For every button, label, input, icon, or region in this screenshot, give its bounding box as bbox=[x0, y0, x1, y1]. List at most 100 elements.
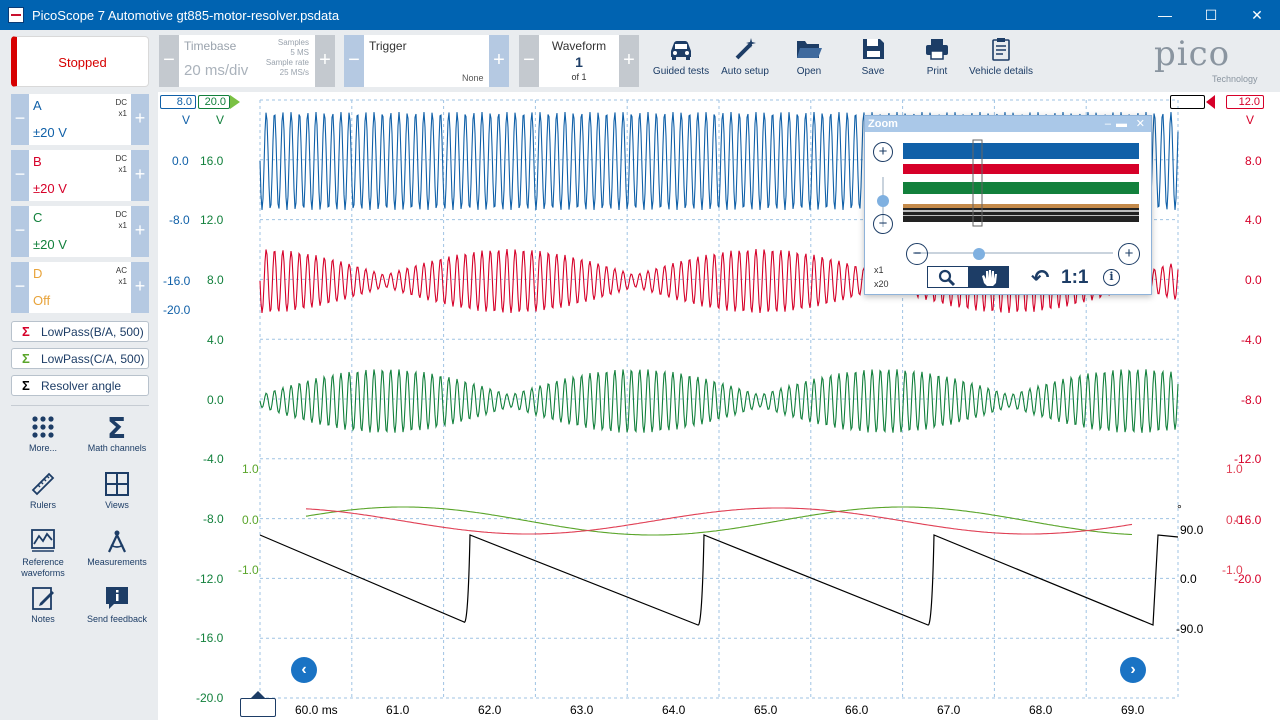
info-icon[interactable]: i bbox=[1103, 269, 1120, 286]
save-button[interactable]: Save bbox=[841, 36, 905, 86]
channel-d-coupling: AC bbox=[115, 266, 127, 275]
feedback-icon bbox=[106, 587, 128, 609]
horizontal-zoom-slider-thumb[interactable] bbox=[973, 248, 985, 260]
channel-a-increase-button[interactable]: + bbox=[131, 94, 149, 145]
angle-scale-tag[interactable] bbox=[1170, 95, 1205, 109]
measurements-button[interactable]: Measurements bbox=[82, 528, 152, 583]
channel-c-coupling: DC bbox=[115, 210, 127, 219]
restore-icon[interactable]: ▬ bbox=[1116, 116, 1127, 132]
minimize-button[interactable]: — bbox=[1142, 0, 1188, 30]
open-button[interactable]: Open bbox=[777, 36, 841, 86]
time-axis-tick: 66.0 bbox=[845, 703, 869, 717]
run-state-label: Stopped bbox=[58, 55, 107, 70]
sigma-icon: Σ bbox=[107, 414, 126, 440]
channel-b-increase-button[interactable]: + bbox=[131, 150, 149, 201]
waveform-previous-button[interactable]: − bbox=[519, 35, 539, 87]
views-icon bbox=[105, 472, 129, 496]
open-label: Open bbox=[796, 66, 822, 77]
channel-b-card[interactable]: − B DC x1 ±20 V + bbox=[11, 150, 149, 201]
run-stop-button[interactable]: Stopped bbox=[11, 36, 149, 87]
zoom-in-horizontal-button[interactable]: + bbox=[1118, 243, 1140, 265]
timebase-decrease-button[interactable]: − bbox=[159, 35, 179, 87]
rulers-button[interactable]: Rulers bbox=[8, 471, 78, 526]
send-feedback-button[interactable]: Send feedback bbox=[82, 585, 152, 640]
svg-text:Σ: Σ bbox=[107, 414, 126, 440]
waveform-control: − Waveform 1 of 1 + bbox=[519, 35, 639, 87]
zoom-reset-button[interactable]: 1:1 bbox=[1061, 267, 1088, 289]
app-icon bbox=[8, 7, 24, 23]
channel-a-scale-tag[interactable]: 8.0 bbox=[160, 95, 196, 109]
left-panel: − A DC x1 ±20 V + − B DC x1 ±20 V + − C DC… bbox=[0, 92, 158, 720]
channel-c-probe: x1 bbox=[118, 221, 127, 230]
b-axis-tick: -16.0 bbox=[1234, 513, 1262, 527]
channel-c-card[interactable]: − C DC x1 ±20 V + bbox=[11, 206, 149, 257]
print-button[interactable]: Print bbox=[905, 36, 969, 86]
timebase-label: Timebase bbox=[184, 39, 237, 53]
auto-setup-button[interactable]: Auto setup bbox=[713, 36, 777, 86]
pan-tool-button[interactable] bbox=[969, 266, 1009, 288]
channel-b-scale-tag[interactable]: 12.0 bbox=[1226, 95, 1264, 109]
minimize-icon[interactable]: – bbox=[1105, 116, 1111, 132]
close-icon[interactable]: ✕ bbox=[1136, 116, 1145, 132]
channel-b-letter: B bbox=[33, 154, 42, 169]
vertical-zoom-slider-thumb[interactable] bbox=[877, 195, 889, 207]
channel-d-card[interactable]: − D AC x1 Off + bbox=[11, 262, 149, 313]
channel-a-card[interactable]: − A DC x1 ±20 V + bbox=[11, 94, 149, 145]
more-label: More... bbox=[28, 443, 57, 453]
trigger-increase-button[interactable]: + bbox=[489, 35, 509, 87]
reference-waveforms-button[interactable]: Reference waveforms bbox=[8, 528, 78, 583]
b-axis-tick: -4.0 bbox=[1241, 333, 1262, 347]
scroll-right-button[interactable]: › bbox=[1120, 657, 1146, 683]
time-axis-tick: 63.0 bbox=[570, 703, 594, 717]
trigger-mode[interactable]: None bbox=[462, 73, 484, 83]
notes-label: Notes bbox=[31, 614, 55, 624]
lowpass-c-axis-tick: 0.0 bbox=[242, 513, 259, 527]
channel-b-decrease-button[interactable]: − bbox=[11, 150, 29, 201]
close-button[interactable]: ✕ bbox=[1234, 0, 1280, 30]
math-channel-lowpass-b[interactable]: Σ LowPass(B/A, 500) bbox=[11, 321, 149, 342]
b-axis-tick: -8.0 bbox=[1241, 393, 1262, 407]
maximize-button[interactable]: ☐ bbox=[1188, 0, 1234, 30]
c-axis-tick: -8.0 bbox=[203, 512, 224, 526]
sample-rate-label: Sample rate bbox=[265, 58, 309, 67]
notes-button[interactable]: Notes bbox=[8, 585, 78, 640]
channel-d-increase-button[interactable]: + bbox=[131, 262, 149, 313]
math-channel-lowpass-c[interactable]: Σ LowPass(C/A, 500) bbox=[11, 348, 149, 369]
vehicle-details-button[interactable]: Vehicle details bbox=[969, 36, 1033, 86]
math-channels-button[interactable]: Σ Math channels bbox=[82, 414, 152, 469]
zoom-out-horizontal-button[interactable]: − bbox=[906, 243, 928, 265]
channel-c-increase-button[interactable]: + bbox=[131, 206, 149, 257]
waveform-next-button[interactable]: + bbox=[619, 35, 639, 87]
zoom-tool-button[interactable] bbox=[927, 266, 969, 288]
views-button[interactable]: Views bbox=[82, 471, 152, 526]
b-axis-tick: 4.0 bbox=[1245, 213, 1262, 227]
time-axis-tick: 65.0 bbox=[754, 703, 778, 717]
guided-tests-label: Guided tests bbox=[652, 66, 710, 77]
undo-zoom-icon[interactable]: ↶ bbox=[1031, 265, 1049, 291]
math-channel-resolver-angle[interactable]: Σ Resolver angle bbox=[11, 375, 149, 396]
more-button[interactable]: More... bbox=[8, 414, 78, 469]
a-axis-tick: 0.0 bbox=[172, 154, 189, 168]
channel-d-decrease-button[interactable]: − bbox=[11, 262, 29, 313]
scroll-left-button[interactable]: ‹ bbox=[291, 657, 317, 683]
c-axis-tick: 16.0 bbox=[200, 154, 224, 168]
channel-a-decrease-button[interactable]: − bbox=[11, 94, 29, 145]
save-label: Save bbox=[861, 66, 885, 77]
timebase-value[interactable]: 20 ms/div bbox=[184, 62, 248, 79]
c-axis-tick: -20.0 bbox=[196, 691, 224, 705]
b-axis-tick: 8.0 bbox=[1245, 154, 1262, 168]
zoom-overview-panel[interactable]: Zoom – ▬ ✕ + − − + x1 x20 ↶ 1:1 i bbox=[864, 115, 1152, 295]
hand-icon bbox=[982, 270, 997, 286]
c-axis-tick: 8.0 bbox=[207, 273, 224, 287]
c-axis-tick: -4.0 bbox=[203, 452, 224, 466]
zoom-out-vertical-button[interactable]: − bbox=[873, 214, 893, 234]
trigger-decrease-button[interactable]: − bbox=[344, 35, 364, 87]
sigma-icon: Σ bbox=[22, 351, 30, 366]
time-ruler-handle[interactable] bbox=[240, 698, 276, 717]
folder-icon bbox=[797, 41, 822, 58]
zoom-in-vertical-button[interactable]: + bbox=[873, 142, 893, 162]
channel-c-scale-tag[interactable]: 20.0 bbox=[198, 95, 230, 109]
channel-c-decrease-button[interactable]: − bbox=[11, 206, 29, 257]
timebase-increase-button[interactable]: + bbox=[315, 35, 335, 87]
guided-tests-button[interactable]: Guided tests bbox=[649, 36, 713, 86]
